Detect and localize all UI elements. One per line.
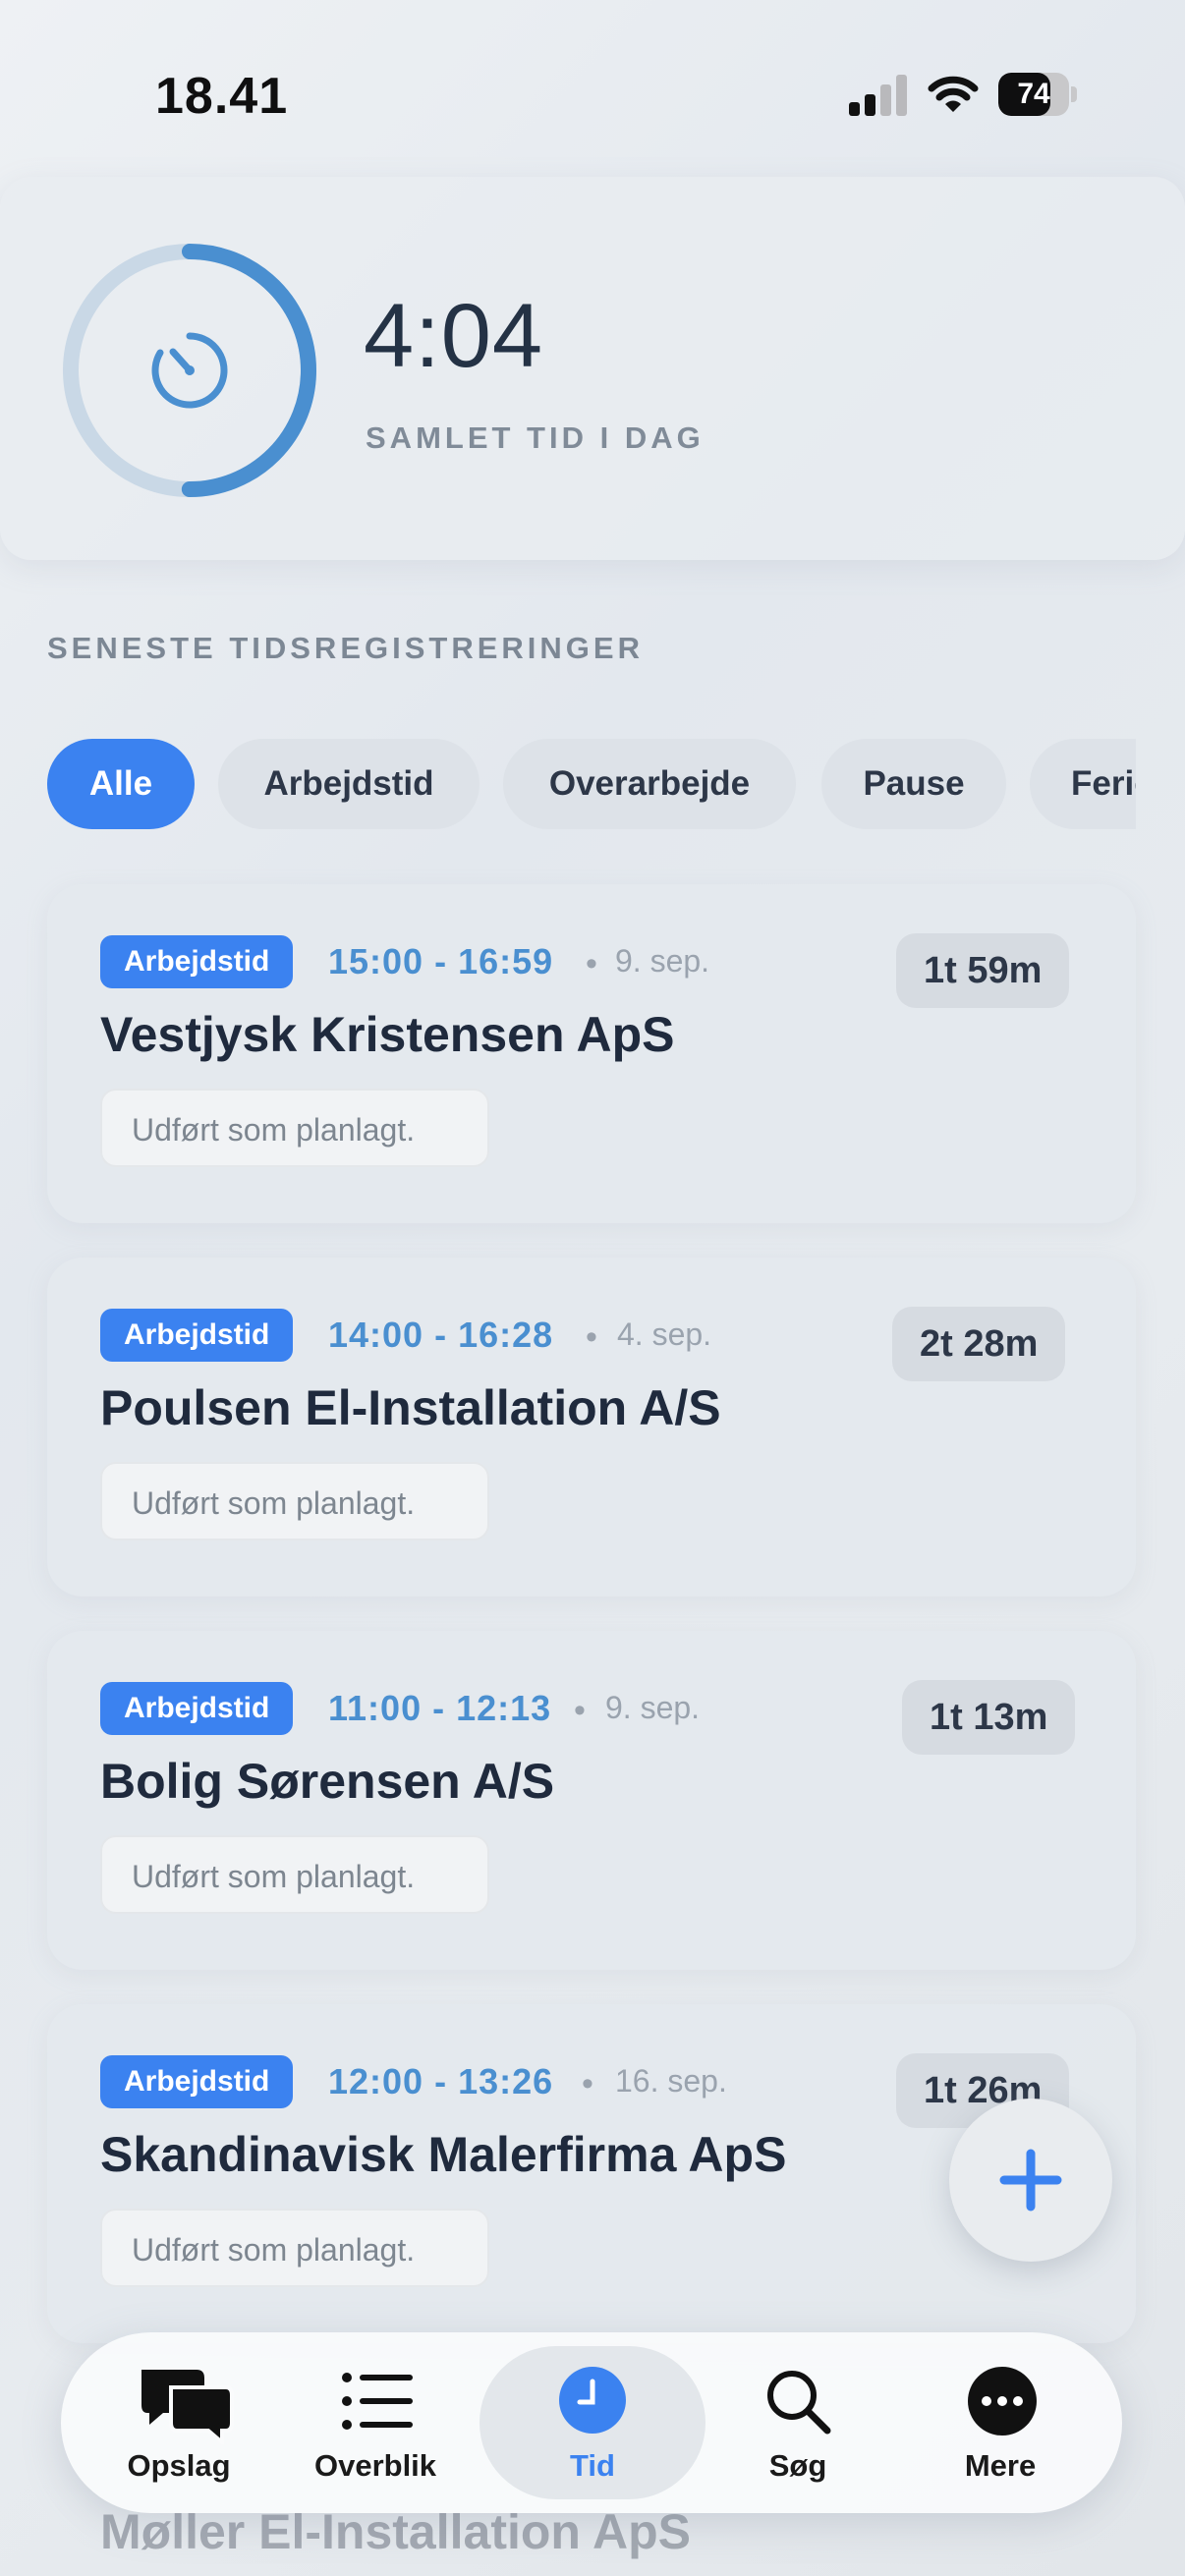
- separator-dot: •: [574, 1692, 586, 1729]
- entry-type-badge: Arbejdstid: [100, 935, 294, 988]
- cellular-signal-icon: [849, 75, 908, 116]
- bottom-tab-bar: Opslag Overblik Tid Søg Mere: [61, 2332, 1122, 2513]
- plus-icon: [999, 2149, 1062, 2212]
- tab-label: Opslag: [127, 2448, 231, 2483]
- filter-chip-pause[interactable]: Pause: [821, 739, 1006, 829]
- entry-type-badge: Arbejdstid: [100, 1682, 294, 1735]
- entry-time-range: 14:00 - 16:28: [328, 1315, 554, 1355]
- entry-type-badge: Arbejdstid: [100, 1309, 294, 1362]
- search-icon: [767, 2371, 831, 2435]
- stopwatch-icon: [151, 332, 228, 409]
- tab-tid[interactable]: Tid: [480, 2346, 705, 2499]
- entry-company: Vestjysk Kristensen ApS: [100, 1007, 675, 1062]
- tab-sog[interactable]: Søg: [709, 2332, 886, 2513]
- separator-dot: •: [586, 1318, 597, 1356]
- tab-overblik[interactable]: Overblik: [287, 2332, 464, 2513]
- list-icon: [342, 2373, 413, 2430]
- status-bar: 18.41 74: [0, 0, 1185, 187]
- tab-label: Overblik: [313, 2448, 437, 2483]
- filter-chip-overarbejde[interactable]: Overarbejde: [503, 739, 796, 829]
- entry-duration: 1t 59m: [896, 933, 1070, 1008]
- tab-label: Søg: [768, 2448, 827, 2483]
- filter-chips: Alle Arbejdstid Overarbejde Pause Ferie: [47, 739, 1136, 833]
- battery-percentage: 74: [1017, 78, 1050, 110]
- entry-date: 16. sep.: [615, 2063, 727, 2099]
- entry-note: Udført som planlagt.: [100, 1089, 489, 1167]
- chat-bubbles-icon: [141, 2370, 234, 2444]
- time-entry-card[interactable]: Arbejdstid 15:00 - 16:59 • 9. sep. 1t 59…: [47, 884, 1136, 1223]
- entry-company: Poulsen El-Installation A/S: [100, 1380, 721, 1435]
- entry-time-range: 15:00 - 16:59: [328, 941, 554, 981]
- entry-type-badge: Arbejdstid: [100, 2055, 294, 2108]
- separator-dot: •: [586, 945, 597, 982]
- entry-date: 9. sep.: [605, 1690, 701, 1725]
- clock-icon: [559, 2367, 626, 2434]
- entry-company: Skandinavisk Malerfirma ApS: [100, 2127, 787, 2182]
- section-title: SENESTE TIDSREGISTRERINGER: [47, 631, 644, 665]
- tab-mere[interactable]: Mere: [912, 2332, 1089, 2513]
- entry-date: 9. sep.: [615, 943, 710, 979]
- total-time-value: 4:04: [364, 286, 544, 386]
- tab-label: Tid: [570, 2448, 615, 2483]
- entry-company: Bolig Sørensen A/S: [100, 1754, 555, 1809]
- progress-ring: [63, 244, 316, 497]
- filter-chip-ferie[interactable]: Ferie: [1030, 739, 1136, 829]
- entry-note: Udført som planlagt.: [100, 2209, 489, 2287]
- entry-note: Udført som planlagt.: [100, 1462, 489, 1540]
- add-entry-button[interactable]: [949, 2099, 1112, 2262]
- filter-chip-arbejdstid[interactable]: Arbejdstid: [218, 739, 480, 829]
- entry-note: Udført som planlagt.: [100, 1835, 489, 1914]
- time-entry-card[interactable]: Arbejdstid 11:00 - 12:13 • 9. sep. 1t 13…: [47, 1631, 1136, 1970]
- total-time-label: SAMLET TID I DAG: [366, 420, 705, 455]
- time-entry-card[interactable]: Arbejdstid 14:00 - 16:28 • 4. sep. 2t 28…: [47, 1258, 1136, 1596]
- tab-opslag[interactable]: Opslag: [90, 2332, 267, 2513]
- tab-label: Mere: [964, 2448, 1037, 2483]
- entry-time-range: 12:00 - 13:26: [328, 2061, 554, 2101]
- wifi-icon: [928, 75, 979, 116]
- entry-duration: 2t 28m: [892, 1307, 1066, 1381]
- entry-date: 4. sep.: [617, 1316, 712, 1352]
- battery-icon: 74: [998, 73, 1077, 116]
- entry-time-range: 11:00 - 12:13: [328, 1688, 552, 1728]
- status-time: 18.41: [155, 68, 289, 125]
- filter-chip-alle[interactable]: Alle: [47, 739, 195, 829]
- entry-duration: 1t 13m: [902, 1680, 1076, 1755]
- separator-dot: •: [582, 2065, 593, 2102]
- more-icon: [968, 2367, 1037, 2436]
